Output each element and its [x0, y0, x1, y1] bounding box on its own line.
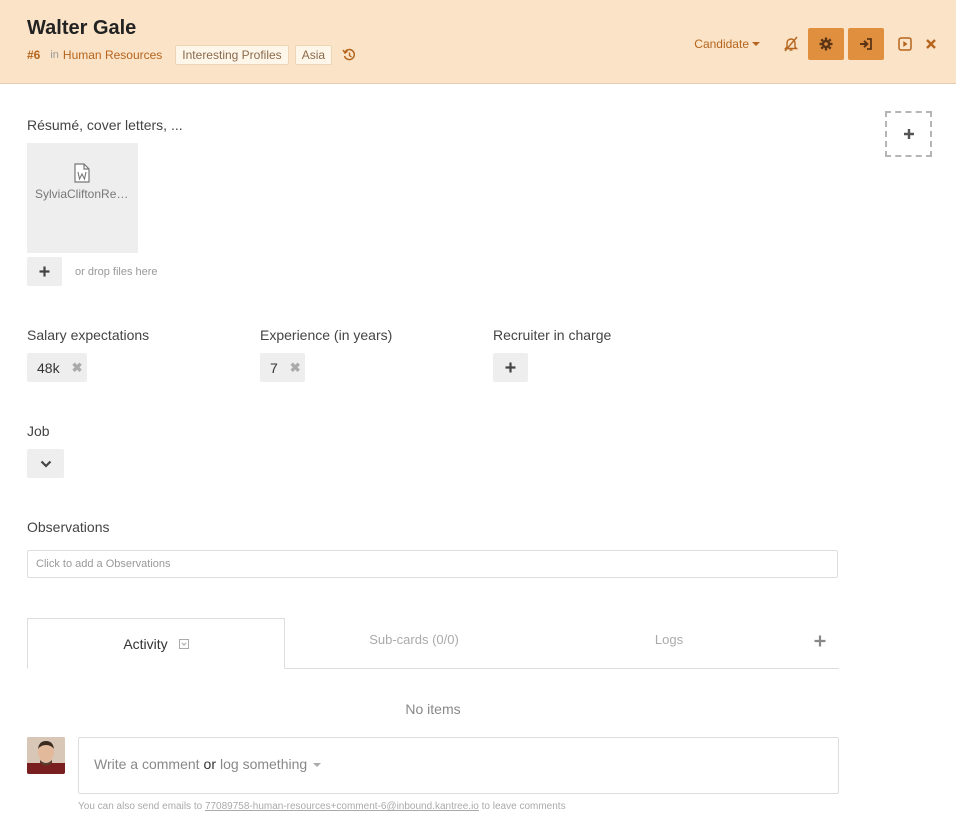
settings-button[interactable] [808, 28, 844, 60]
history-icon[interactable] [342, 48, 356, 62]
avatar [27, 737, 65, 774]
comment-input[interactable]: Write a comment or log something [78, 737, 839, 794]
close-icon[interactable] [918, 28, 944, 60]
chevron-down-icon[interactable] [313, 763, 322, 767]
email-note-prefix: You can also send emails to [78, 801, 203, 812]
gear-icon [819, 37, 833, 51]
header-actions: Candidate [694, 28, 956, 60]
sign-in-button[interactable] [848, 28, 884, 60]
email-note-suffix: to leave comments [481, 801, 566, 812]
add-file-button[interactable] [27, 257, 62, 286]
tag-asia[interactable]: Asia [294, 45, 333, 65]
email-note: You can also send emails to 77089758-hum… [78, 801, 566, 812]
plus-icon [505, 362, 516, 373]
chevron-down-icon [40, 460, 51, 468]
plus-icon [903, 129, 914, 139]
files-label: Résumé, cover letters, ... [27, 117, 183, 133]
tab-subcards[interactable]: Sub-cards (0/0) [285, 614, 543, 665]
file-attachment[interactable]: SylviaCliftonResume.docx [27, 143, 138, 253]
card-tabs: Activity Sub-cards (0/0) Logs [27, 618, 839, 669]
observations-label: Observations [27, 519, 110, 535]
card-id: #6 [27, 48, 41, 62]
in-word: in [50, 49, 59, 61]
stage-dropdown[interactable]: Candidate [694, 37, 760, 51]
log-something-link[interactable]: log something [220, 756, 307, 772]
file-name: SylviaCliftonResume.docx [35, 187, 131, 201]
tab-activity[interactable]: Activity [27, 618, 285, 669]
recruiter-label: Recruiter in charge [493, 327, 612, 343]
chevron-down-icon [752, 42, 760, 46]
tag-interesting-profiles[interactable]: Interesting Profiles [175, 45, 289, 65]
empty-state: No items [405, 701, 461, 717]
stage-label: Candidate [694, 37, 749, 51]
experience-value-chip[interactable]: 7 ✖ [260, 353, 305, 382]
drop-hint: or drop files here [75, 266, 158, 278]
plus-icon[interactable] [813, 634, 827, 648]
word-file-icon [74, 163, 90, 183]
observations-field[interactable]: Click to add a Observations [27, 550, 838, 578]
remove-icon[interactable]: ✖ [290, 360, 301, 376]
play-square-icon[interactable] [892, 28, 918, 60]
card-header: Walter Gale #6 in Human Resources Intere… [0, 0, 956, 84]
add-recruiter-button[interactable] [493, 353, 528, 382]
job-label: Job [27, 423, 50, 439]
experience-label: Experience (in years) [260, 327, 393, 343]
tab-logs[interactable]: Logs [543, 614, 795, 665]
experience-value: 7 [270, 359, 278, 376]
collapse-square-icon[interactable] [178, 638, 189, 649]
sign-in-icon [860, 38, 872, 50]
salary-label: Salary expectations [27, 327, 150, 343]
card-meta: #6 in Human Resources Interesting Profil… [27, 45, 356, 65]
comment-prompt[interactable]: Write a comment [94, 756, 200, 772]
job-dropdown-button[interactable] [27, 449, 64, 478]
bell-slash-icon[interactable] [778, 28, 804, 60]
plus-icon [39, 266, 50, 277]
board-link[interactable]: Human Resources [63, 48, 162, 62]
email-address-link[interactable]: 77089758-human-resources+comment-6@inbou… [205, 801, 479, 812]
salary-value-chip[interactable]: 48k ✖ [27, 353, 87, 382]
card-title[interactable]: Walter Gale [27, 17, 136, 40]
tab-activity-label: Activity [123, 635, 168, 652]
or-word: or [203, 756, 216, 772]
add-widget-button[interactable] [885, 111, 932, 157]
salary-value: 48k [37, 359, 60, 376]
remove-icon[interactable]: ✖ [72, 360, 83, 376]
